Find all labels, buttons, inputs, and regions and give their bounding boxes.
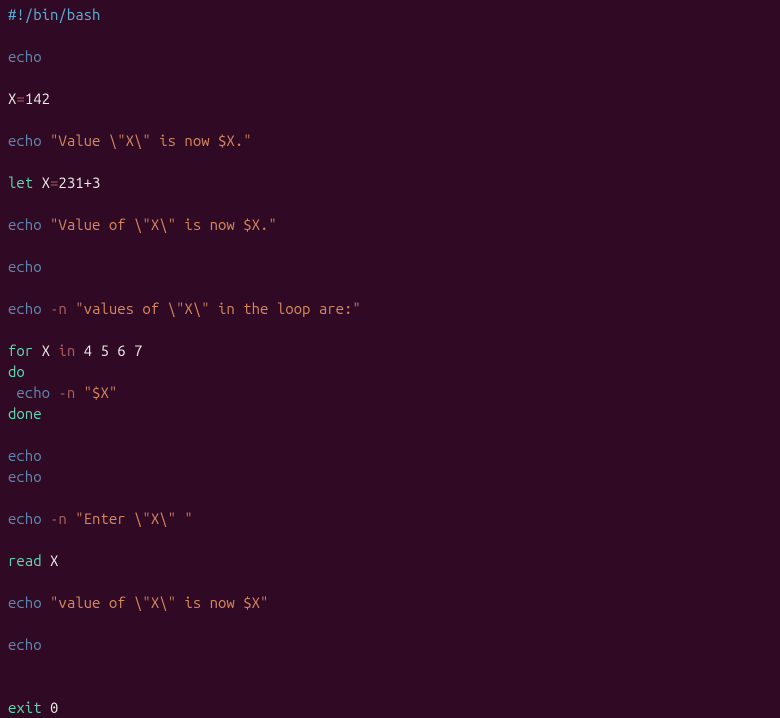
- space: [33, 174, 41, 191]
- blank-line: [8, 571, 772, 592]
- flag-n: -n: [50, 300, 67, 317]
- shebang: #!/bin/bash: [8, 6, 100, 23]
- expression: 231+3: [58, 174, 100, 191]
- done-keyword: done: [8, 405, 42, 422]
- code-line: echo "Value of \"X\" is now $X.": [8, 214, 772, 235]
- code-line: do: [8, 361, 772, 382]
- echo-command: echo: [8, 300, 42, 317]
- blank-line: [8, 319, 772, 340]
- blank-line: [8, 529, 772, 550]
- code-line: echo: [8, 445, 772, 466]
- code-line: echo -n "$X": [8, 382, 772, 403]
- echo-command: echo: [16, 384, 50, 401]
- code-line: echo -n "values of \"X\" in the loop are…: [8, 298, 772, 319]
- space: [42, 699, 50, 716]
- space: [42, 132, 50, 149]
- blank-line: [8, 67, 772, 88]
- string-literal: "Enter \"X\" ": [75, 510, 193, 527]
- for-keyword: for: [8, 342, 33, 359]
- blank-line: [8, 151, 772, 172]
- blank-line: [8, 487, 772, 508]
- string-literal: "values of \"X\" in the loop are:": [75, 300, 361, 317]
- echo-command: echo: [8, 216, 42, 233]
- space: [42, 216, 50, 233]
- let-command: let: [8, 174, 33, 191]
- do-keyword: do: [8, 363, 25, 380]
- echo-command: echo: [8, 468, 42, 485]
- blank-line: [8, 676, 772, 697]
- code-line: echo: [8, 634, 772, 655]
- flag-n: -n: [58, 384, 75, 401]
- loop-values: 4 5 6 7: [84, 342, 143, 359]
- blank-line: [8, 235, 772, 256]
- code-line: let X=231+3: [8, 172, 772, 193]
- code-line: echo -n "Enter \"X\" ": [8, 508, 772, 529]
- code-line: done: [8, 403, 772, 424]
- variable-name: X: [42, 342, 50, 359]
- blank-line: [8, 424, 772, 445]
- blank-line: [8, 613, 772, 634]
- echo-command: echo: [8, 594, 42, 611]
- code-line: echo: [8, 256, 772, 277]
- space: [67, 510, 75, 527]
- exit-code: 0: [50, 699, 58, 716]
- blank-line: [8, 277, 772, 298]
- space: [42, 552, 50, 569]
- code-line: for X in 4 5 6 7: [8, 340, 772, 361]
- exit-command: exit: [8, 699, 42, 716]
- code-line: echo: [8, 46, 772, 67]
- space: [42, 594, 50, 611]
- space: [75, 342, 83, 359]
- echo-command: echo: [8, 636, 42, 653]
- code-line: echo "Value \"X\" is now $X.": [8, 130, 772, 151]
- code-line: exit 0: [8, 697, 772, 718]
- echo-command: echo: [8, 447, 42, 464]
- variable-name: X: [42, 174, 50, 191]
- space: [42, 300, 50, 317]
- assign-operator: =: [16, 90, 24, 107]
- string-literal: "Value \"X\" is now $X.": [50, 132, 252, 149]
- blank-line: [8, 109, 772, 130]
- code-line: #!/bin/bash: [8, 4, 772, 25]
- string-literal: "Value of \"X\" is now $X.": [50, 216, 277, 233]
- echo-command: echo: [8, 258, 42, 275]
- code-line: echo: [8, 466, 772, 487]
- code-line: echo "value of \"X\" is now $X": [8, 592, 772, 613]
- variable-name: X: [50, 552, 58, 569]
- blank-line: [8, 25, 772, 46]
- code-line: X=142: [8, 88, 772, 109]
- space: [42, 510, 50, 527]
- string-literal: "value of \"X\" is now $X": [50, 594, 268, 611]
- space: [75, 384, 83, 401]
- echo-command: echo: [8, 48, 42, 65]
- blank-line: [8, 193, 772, 214]
- echo-command: echo: [8, 132, 42, 149]
- echo-command: echo: [8, 510, 42, 527]
- flag-n: -n: [50, 510, 67, 527]
- string-literal: "$X": [84, 384, 118, 401]
- space: [33, 342, 41, 359]
- in-keyword: in: [58, 342, 75, 359]
- code-line: read X: [8, 550, 772, 571]
- read-command: read: [8, 552, 42, 569]
- space: [67, 300, 75, 317]
- number-literal: 142: [25, 90, 50, 107]
